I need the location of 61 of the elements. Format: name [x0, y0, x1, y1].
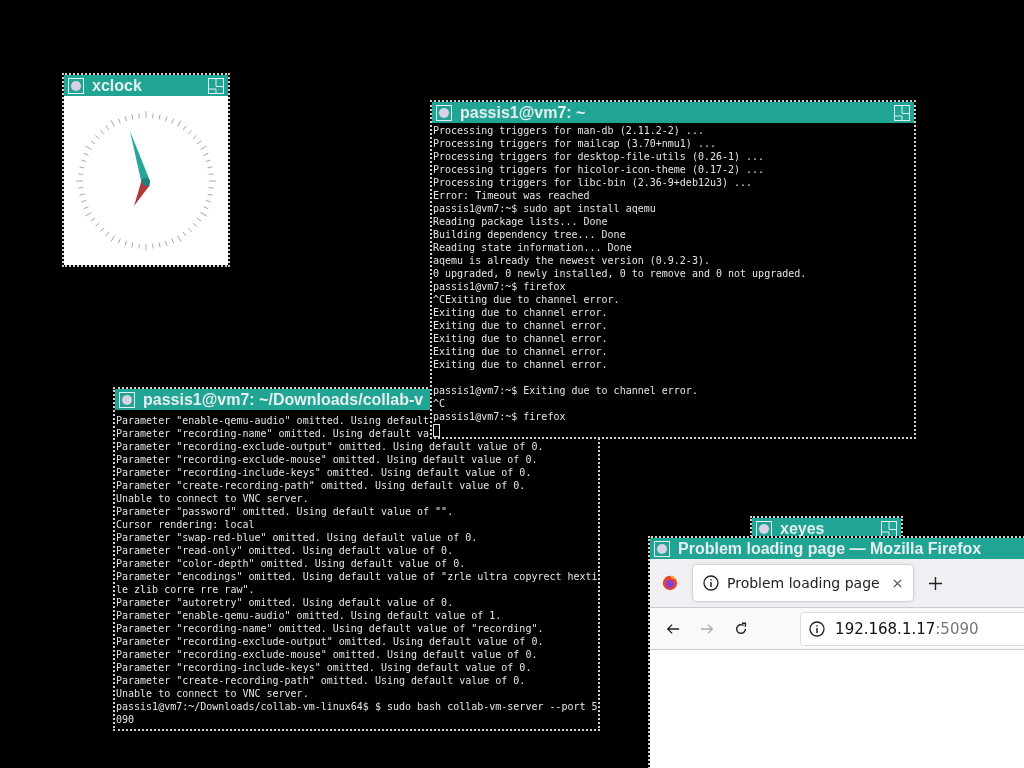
terminal-line: Parameter "autoretry" omitted. Using default value of 0. [116, 596, 454, 609]
terminal-line: Parameter "swap-red-blue" omitted. Using default value of 0. [116, 531, 478, 544]
terminal-line: Parameter "recording-name" omitted. Using default value of "recording". [116, 622, 544, 635]
browser-logo-icon[interactable] [661, 574, 679, 592]
terminal-line: Cursor rendering: local [116, 518, 255, 531]
terminal-line: Parameter "enable-qemu-audio" omitted. Using default value of 1. [116, 609, 502, 622]
terminal-line: Parameter "recording-exclude-output" omitted. Using default value of 0. [116, 440, 544, 453]
terminal-line: Parameter "recording-exclude-mouse" omitted. Using default value of 0. [116, 648, 538, 661]
terminal-line: passis1@vm7:~/Downloads/collab-vm-linux64$ $ sudo bash collab-vm-server --port 5 [116, 700, 598, 713]
terminal-line: Parameter "color-depth" omitted. Using default value of 0. [116, 557, 466, 570]
window-title: xeyes [780, 519, 825, 538]
terminal-line: Parameter "read-only" omitted. Using default value of 0. [116, 544, 454, 557]
terminal-line: Parameter "recording-name" omitted. Using default va [116, 427, 430, 440]
address-field[interactable]: 192.168.1.17:5090 [800, 611, 1024, 646]
close-icon[interactable] [892, 577, 903, 589]
window-title: passis1@vm7: ~/Downloads/collab-v [143, 390, 424, 409]
info-icon[interactable] [809, 620, 826, 637]
terminal-line: Exiting due to channel error. [433, 306, 608, 319]
terminal-line: ^C [433, 397, 446, 410]
new-tab-icon[interactable] [929, 576, 942, 590]
terminal-line: 090 [116, 713, 135, 726]
terminal-line: Unable to connect to VNC server. [116, 492, 309, 505]
terminal-line: Parameter "create-recording-path" omitted. Using default value of 0. [116, 674, 526, 687]
terminal-line: passis1@vm7:~$ sudo apt install aqemu [433, 202, 656, 215]
terminal-line: Parameter "password" omitted. Using default value of "". [116, 505, 454, 518]
window-title: passis1@vm7: ~ [460, 103, 586, 122]
terminal-line: Processing triggers for hicolor-icon-theme (0.17-2) ... [433, 163, 765, 176]
info-icon [703, 575, 719, 591]
reload-icon[interactable] [734, 620, 749, 637]
terminal-line: Processing triggers for mailcap (3.70+nmu1) ... [433, 137, 716, 150]
terminal-line: Reading state information... Done [433, 241, 632, 254]
terminal-line: aqemu is already the newest version (0.9.2-3). [433, 254, 710, 267]
terminal-line: Parameter "create-recording-path" omitted. Using default value of 0. [116, 479, 526, 492]
terminal-line: Parameter "enable-qemu-audio" omitted. Using default [116, 414, 430, 427]
terminal-line: Parameter "recording-exclude-output" omitted. Using default value of 0. [116, 635, 544, 648]
terminal-line: Parameter "recording-include-keys" omitted. Using default value of 0. [116, 466, 532, 479]
terminal-line: Processing triggers for desktop-file-utils (0.26-1) ... [433, 150, 765, 163]
terminal-line: Unable to connect to VNC server. [116, 687, 309, 700]
window-title: Problem loading page — Mozilla Firefox [678, 539, 982, 558]
browser-tab[interactable]: Problem loading page [693, 565, 913, 601]
terminal-line: Reading package lists... Done [433, 215, 608, 228]
terminal-line: le zlib corre rre raw". [116, 583, 255, 596]
terminal-line: passis1@vm7:~$ firefox [433, 280, 566, 293]
window-menu-icon[interactable] [756, 520, 772, 537]
terminal-line: passis1@vm7:~$ Exiting due to channel error. [433, 384, 698, 397]
terminal-line: Exiting due to channel error. [433, 358, 608, 371]
terminal-line: 0 upgraded, 0 newly installed, 0 to remove and 0 not upgraded. [433, 267, 807, 280]
window-title: xclock [92, 76, 142, 95]
terminal-line: Processing triggers for man-db (2.11.2-2) ... [433, 124, 704, 137]
terminal-line: Parameter "recording-include-keys" omitted. Using default value of 0. [116, 661, 532, 674]
terminal-line: Parameter "encodings" omitted. Using default value of "zrle ultra copyrect hexti [116, 570, 598, 583]
terminal-line: Building dependency tree... Done [433, 228, 626, 241]
terminal-line: passis1@vm7:~$ firefox [433, 410, 566, 423]
maximize-icon[interactable] [881, 520, 897, 537]
terminal-line: Exiting due to channel error. [433, 319, 608, 332]
terminal-line: Processing triggers for libc-bin (2.36-9+deb12u3) ... [433, 176, 753, 189]
terminal-line: Error: Timeout was reached [433, 189, 590, 202]
terminal-line: ^CExiting due to channel error. [433, 293, 620, 306]
terminal-line: Exiting due to channel error. [433, 332, 608, 345]
terminal-line: Exiting due to channel error. [433, 345, 608, 358]
terminal-line: Parameter "recording-exclude-mouse" omitted. Using default value of 0. [116, 453, 538, 466]
